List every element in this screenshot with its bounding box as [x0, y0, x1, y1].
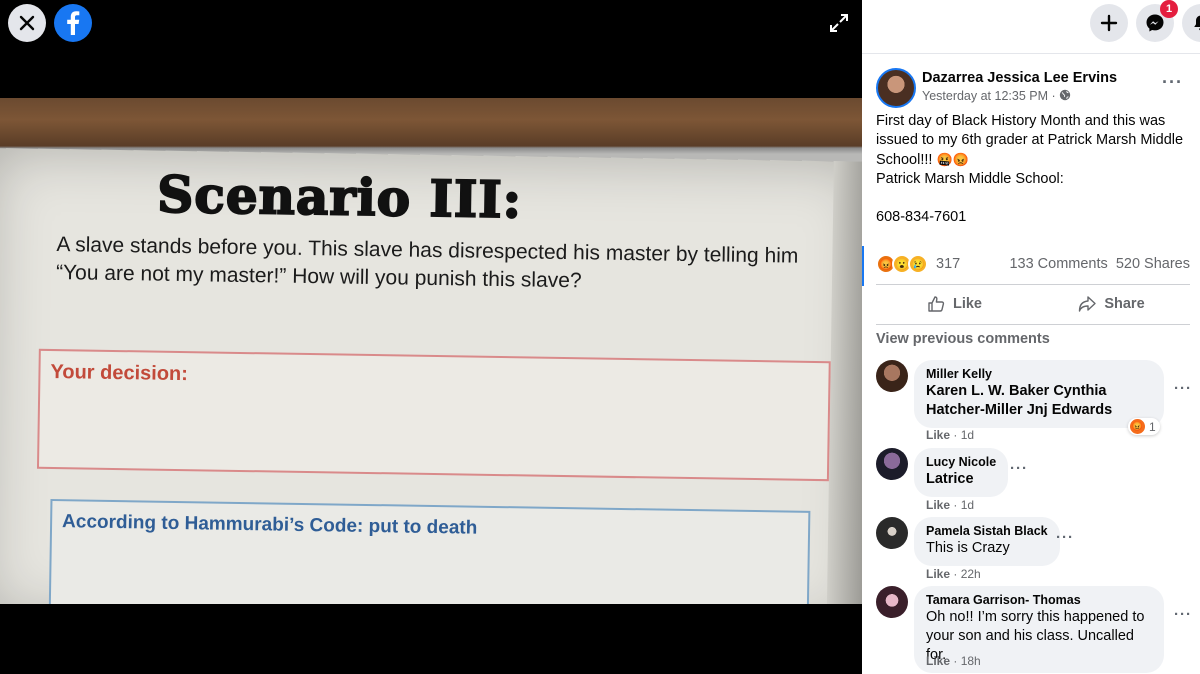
messenger-button[interactable]: 1	[1136, 0, 1178, 42]
comment-age[interactable]: 18h	[961, 654, 981, 668]
commenter-name[interactable]: Miller Kelly	[926, 367, 1152, 382]
comments-shares-count: 133 Comments 520 Shares	[1009, 256, 1190, 272]
comment-meta: Like · 18h	[926, 654, 981, 668]
comment-text[interactable]: Karen L. W. Baker Cynthia Hatcher-Miller…	[926, 382, 1152, 420]
comment-like-button[interactable]: Like	[926, 428, 950, 442]
commenter-avatar[interactable]	[876, 448, 908, 480]
share-label: Share	[1104, 296, 1145, 312]
comment-reaction-count: 1	[1149, 419, 1156, 434]
plus-icon	[1100, 14, 1118, 32]
facebook-logo[interactable]	[54, 4, 92, 42]
commenter-avatar[interactable]	[876, 360, 908, 392]
comment-text[interactable]: Latrice	[926, 470, 996, 489]
comment-options-button[interactable]: ···	[1056, 529, 1074, 546]
comment-age[interactable]: 1d	[961, 428, 974, 442]
bell-icon	[1194, 15, 1200, 31]
comment-meta: Like · 1d	[926, 428, 975, 442]
comment-text[interactable]: This is Crazy	[926, 539, 1048, 558]
comment-bubble: Miller Kelly Karen L. W. Baker Cynthia H…	[914, 360, 1164, 428]
comment-options-button[interactable]: ···	[1010, 460, 1028, 477]
author-name[interactable]: Dazarrea Jessica Lee Ervins	[922, 70, 1117, 86]
close-icon	[19, 15, 35, 31]
monitor-edge	[826, 161, 862, 604]
comment-age[interactable]: 1d	[961, 498, 974, 512]
decision-box: Your decision:	[36, 348, 831, 482]
post-photo: Scenario III: A slave stands before you.…	[0, 98, 862, 604]
post-actions: Like Share	[876, 286, 1190, 322]
post-text-line1: First day of Black History Month and thi…	[876, 113, 1184, 168]
comment-like-button[interactable]: Like	[926, 567, 950, 581]
post-text: First day of Black History Month and thi…	[876, 112, 1190, 227]
post-timestamp[interactable]: Yesterday at 12:35 PM ·	[922, 89, 1071, 103]
code-label: According to Hammurabi’s Code: put to de…	[61, 511, 478, 539]
author-avatar[interactable]	[876, 68, 916, 108]
comment-bubble: Pamela Sistah Black This is Crazy	[914, 517, 1060, 566]
share-icon	[1079, 296, 1097, 312]
comment: Miller Kelly Karen L. W. Baker Cynthia H…	[876, 360, 1192, 444]
decision-label: Your decision:	[50, 360, 189, 386]
divider	[876, 284, 1190, 285]
shares-count[interactable]: 520 Shares	[1116, 256, 1190, 272]
commenter-name[interactable]: Lucy Nicole	[926, 455, 996, 470]
comment-bubble: Lucy Nicole Latrice	[914, 448, 1009, 497]
post-text-line2: Patrick Marsh Middle School:	[876, 171, 1064, 187]
reaction-icons[interactable]: 😡 😮 😢	[876, 254, 928, 274]
create-button[interactable]	[1090, 4, 1128, 42]
messenger-icon	[1146, 14, 1164, 32]
post-header: Dazarrea Jessica Lee Ervins Yesterday at…	[876, 68, 1190, 108]
angry-react-icon: 😡	[1130, 419, 1145, 434]
comment: Lucy Nicole Latrice ··· Like · 1d	[876, 448, 1190, 514]
scenario-title: Scenario III:	[156, 164, 524, 231]
commenter-name[interactable]: Pamela Sistah Black	[926, 524, 1048, 539]
thumbs-up-icon	[928, 296, 945, 312]
code-box: According to Hammurabi’s Code: put to de…	[48, 498, 811, 604]
fullscreen-button[interactable]	[826, 10, 852, 36]
commenter-name[interactable]: Tamara Garrison- Thomas	[926, 593, 1152, 608]
view-previous-comments[interactable]: View previous comments	[876, 331, 1050, 347]
comment-meta: Like · 1d	[926, 498, 975, 512]
commenter-avatar[interactable]	[876, 517, 908, 549]
comment-options-button[interactable]: ···	[1174, 380, 1192, 397]
scenario-text: A slave stands before you. This slave ha…	[55, 233, 799, 293]
divider	[876, 324, 1190, 325]
comment-age[interactable]: 22h	[961, 567, 981, 581]
notifications-button[interactable]	[1182, 4, 1200, 42]
post-emojis: 🤬😡	[936, 152, 969, 167]
facebook-f-icon	[67, 11, 80, 35]
comment-meta: Like · 22h	[926, 567, 981, 581]
post-phone: 608-834-7601	[876, 209, 967, 225]
post-time-text: Yesterday at 12:35 PM ·	[922, 89, 1056, 103]
sad-react-icon: 😢	[908, 254, 928, 274]
comment-reactions[interactable]: 😡 1	[1128, 418, 1160, 435]
globe-icon	[1059, 89, 1071, 101]
like-label: Like	[952, 296, 982, 312]
scroll-indicator[interactable]	[862, 246, 864, 286]
worksheet: Scenario III: A slave stands before you.…	[0, 148, 862, 604]
post-panel: 1 Dazarrea Jessica Lee Ervins Yesterday …	[862, 0, 1200, 674]
comments-count[interactable]: 133 Comments	[1009, 256, 1107, 272]
messenger-badge: 1	[1160, 0, 1178, 18]
comment-like-button[interactable]: Like	[926, 654, 950, 668]
expand-icon	[830, 14, 848, 32]
photo-viewer: Scenario III: A slave stands before you.…	[0, 0, 862, 674]
comment: Pamela Sistah Black This is Crazy ··· Li…	[876, 517, 1190, 583]
commenter-avatar[interactable]	[876, 586, 908, 618]
reactions-bar: 😡 😮 😢 317 133 Comments 520 Shares	[876, 254, 1190, 276]
share-button[interactable]: Share	[1033, 286, 1190, 322]
comment-like-button[interactable]: Like	[926, 498, 950, 512]
comment: Tamara Garrison- Thomas Oh no!! I’m sorr…	[876, 586, 1192, 674]
close-button[interactable]	[8, 4, 46, 42]
top-bar: 1	[862, 0, 1200, 54]
post-options-button[interactable]: ···	[1162, 72, 1183, 93]
comment-options-button[interactable]: ···	[1174, 606, 1192, 623]
like-button[interactable]: Like	[876, 286, 1033, 322]
reaction-count[interactable]: 317	[936, 256, 960, 272]
